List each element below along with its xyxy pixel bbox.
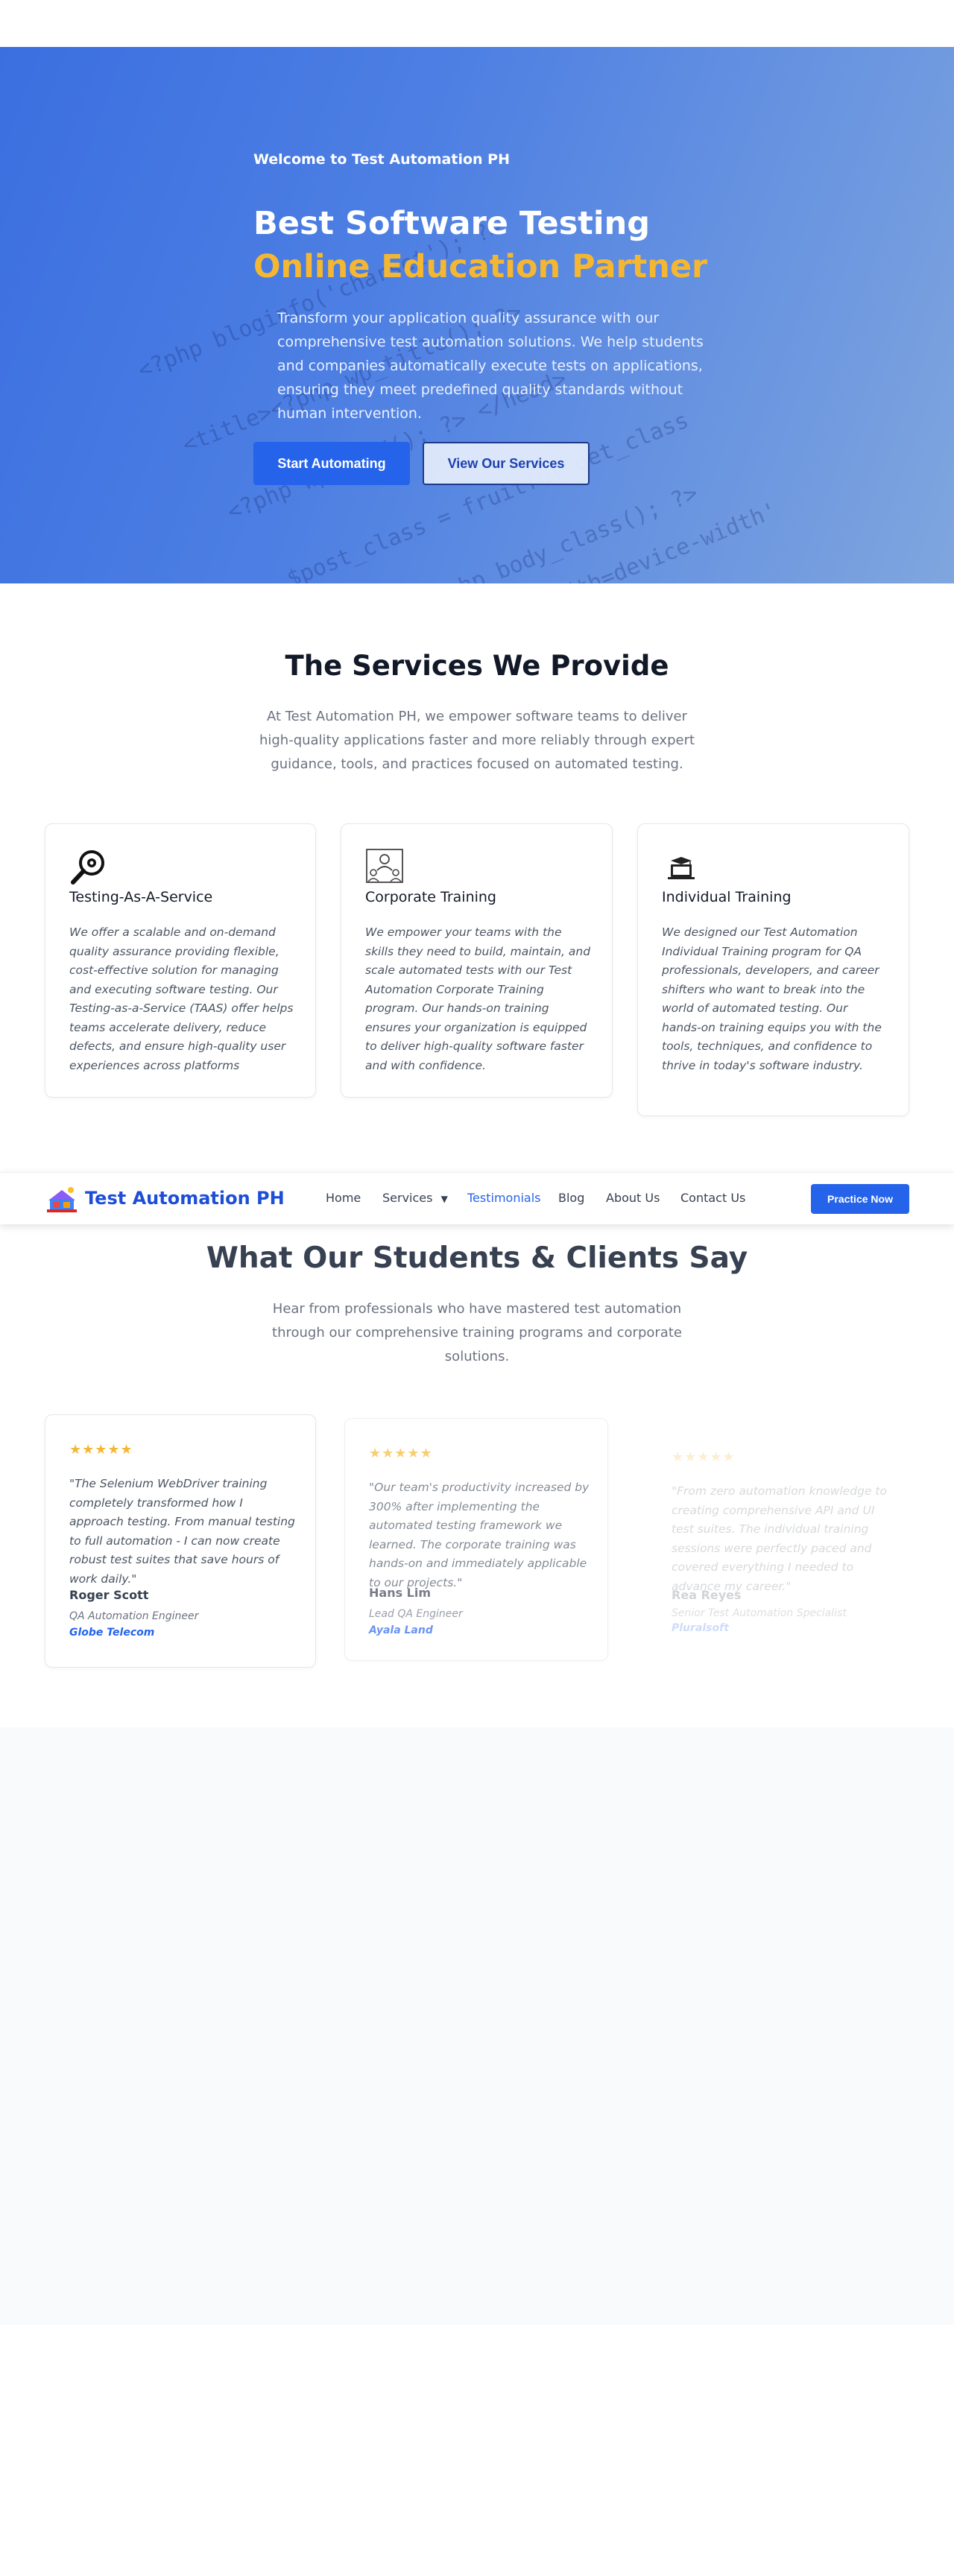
team-presentation-icon <box>366 849 403 883</box>
star-rating: ★★★★★ <box>69 1442 133 1458</box>
testimonial-name: Roger Scott <box>69 1588 149 1602</box>
hero-content: Welcome to Test Automation PH Best Softw… <box>253 151 716 485</box>
testimonial-quote: "The Selenium WebDriver training complet… <box>69 1477 295 1586</box>
navbar: Test Automation PH Home Services ▼ Testi… <box>0 1172 954 1224</box>
service-card-title: Corporate Training <box>365 889 496 905</box>
star-rating: ★★★★★ <box>672 1449 736 1465</box>
hero-section: <?php bloginfo('charset'); ?> <title><?p… <box>0 47 954 583</box>
testimonial-card: ★★★★★ "Our team's productivity increased… <box>344 1418 608 1661</box>
hero-welcome: Welcome to Test Automation PH <box>253 151 510 168</box>
service-card-text: We designed our Test Automation Individu… <box>662 925 882 1072</box>
service-card-corporate: Corporate Training We empower your teams… <box>341 823 613 1098</box>
view-services-button[interactable]: View Our Services <box>423 442 590 485</box>
chevron-down-icon: ▼ <box>440 1194 448 1204</box>
service-card-text: We offer a scalable and on-demand qualit… <box>69 925 294 1072</box>
start-automating-button[interactable]: Start Automating <box>253 442 410 485</box>
practice-now-button[interactable]: Practice Now <box>811 1184 909 1214</box>
testimonials-title: What Our Students & Clients Say <box>206 1241 748 1275</box>
testimonial-quote: "Our team's productivity increased by 30… <box>369 1481 590 1589</box>
service-card-title: Individual Training <box>662 889 792 905</box>
logo-icon[interactable] <box>45 1184 78 1214</box>
magnifier-gear-icon <box>71 850 104 884</box>
testimonial-company: Pluralsoft <box>672 1622 729 1634</box>
testimonial-role: QA Automation Engineer <box>69 1610 199 1622</box>
nav-blog[interactable]: Blog <box>558 1191 584 1205</box>
testimonial-role: Lead QA Engineer <box>369 1608 463 1620</box>
testimonial-name: Rea Reyes <box>672 1588 742 1602</box>
services-subtitle: At Test Automation PH, we empower softwa… <box>259 709 695 772</box>
hero-title: Best Software Testing <box>253 205 650 242</box>
page: <?php bloginfo('charset'); ?> <title><?p… <box>0 0 954 2576</box>
star-rating: ★★★★★ <box>369 1446 433 1461</box>
laptop-graduation-icon <box>668 857 695 879</box>
hero-title-highlight: Online Education Partner <box>253 248 708 285</box>
service-card-title: Testing-As-A-Service <box>69 889 213 905</box>
hero-buttons: Start Automating View Our Services <box>253 442 716 485</box>
testimonial-card: ★★★★★ "The Selenium WebDriver training c… <box>45 1414 316 1668</box>
testimonial-name: Hans Lim <box>369 1586 432 1600</box>
hero-description: Transform your application quality assur… <box>277 310 704 422</box>
service-card-individual: Individual Training We designed our Test… <box>637 823 909 1116</box>
nav-about-us[interactable]: About Us <box>606 1191 660 1205</box>
services-title: The Services We Provide <box>285 650 669 682</box>
testimonial-card: ★★★★★ "From zero automation knowledge to… <box>647 1422 908 1654</box>
logo-text[interactable]: Test Automation PH <box>85 1188 285 1209</box>
service-card-text: We empower your teams with the skills th… <box>365 925 591 1072</box>
testimonial-role: Senior Test Automation Specialist <box>672 1607 847 1619</box>
testimonials-subtitle: Hear from professionals who have mastere… <box>272 1301 682 1364</box>
nav-services-label: Services <box>382 1191 433 1205</box>
nav-contact-us[interactable]: Contact Us <box>680 1191 745 1205</box>
nav-services[interactable]: Services ▼ <box>382 1191 448 1205</box>
testimonial-quote: "From zero automation knowledge to creat… <box>672 1484 887 1593</box>
testimonial-company: Globe Telecom <box>69 1627 155 1639</box>
testimonial-company: Ayala Land <box>369 1624 433 1636</box>
footer-placeholder <box>0 1727 954 2325</box>
service-card-testing: Testing-As-A-Service We offer a scalable… <box>45 823 316 1098</box>
nav-testimonials[interactable]: Testimonials <box>467 1191 541 1205</box>
nav-home[interactable]: Home <box>326 1191 361 1205</box>
